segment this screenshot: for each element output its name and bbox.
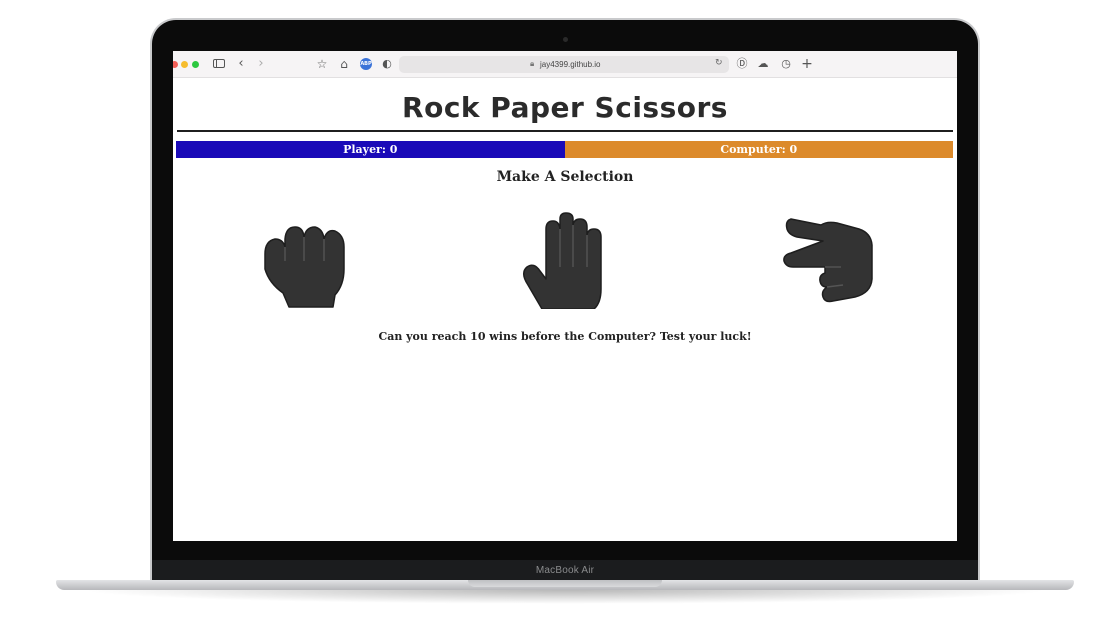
browser-toolbar: ‹ › ☆ ⌂ ABP ◐ 🔒︎ jay4399.github.io ↻ Ⓓ ☁…	[173, 51, 957, 78]
page-title: Rock Paper Scissors	[402, 91, 728, 124]
scoreboard: Player: 0 Computer: 0	[176, 141, 953, 158]
computer-score: Computer: 0	[564, 141, 953, 158]
address-bar[interactable]: 🔒︎ jay4399.github.io ↻	[399, 56, 729, 73]
sidebar-icon[interactable]	[211, 56, 227, 72]
instruction-message: Can you reach 10 wins before the Compute…	[378, 330, 752, 343]
lock-icon: 🔒︎	[530, 59, 535, 68]
player-score: Player: 0	[176, 141, 565, 158]
paper-button[interactable]	[510, 209, 620, 310]
url-text: jay4399.github.io	[540, 60, 601, 69]
scissors-button[interactable]	[775, 209, 885, 309]
camera-dot	[563, 37, 568, 42]
back-icon[interactable]: ‹	[233, 56, 249, 72]
close-window-button[interactable]	[173, 61, 178, 68]
plus-icon[interactable]: +	[799, 56, 815, 72]
rock-button[interactable]	[245, 209, 355, 309]
laptop-shadow	[80, 590, 1050, 604]
shield-icon[interactable]: ◐	[379, 56, 395, 72]
model-label: MacBook Air	[535, 565, 595, 576]
download-icon[interactable]: Ⓓ	[734, 56, 750, 72]
selection-heading: Make A Selection	[496, 169, 634, 185]
minimize-window-button[interactable]	[181, 61, 188, 68]
home-icon[interactable]: ⌂	[336, 56, 352, 72]
lid-bottom-bezel: MacBook Air	[152, 560, 978, 582]
scissors-icon	[783, 218, 873, 303]
forward-icon[interactable]: ›	[253, 56, 269, 72]
laptop-base-notch	[468, 580, 662, 587]
reload-icon[interactable]: ↻	[715, 58, 723, 68]
browser-screen: ‹ › ☆ ⌂ ABP ◐ 🔒︎ jay4399.github.io ↻ Ⓓ ☁…	[173, 51, 957, 541]
star-icon[interactable]: ☆	[314, 56, 330, 72]
title-divider	[177, 130, 953, 132]
clock-icon[interactable]: ◷	[778, 56, 794, 72]
rock-icon	[264, 226, 345, 308]
zoom-window-button[interactable]	[192, 61, 199, 68]
paper-icon	[523, 212, 602, 310]
adblock-icon[interactable]: ABP	[360, 58, 372, 70]
cloud-icon[interactable]: ☁︎	[755, 56, 771, 72]
